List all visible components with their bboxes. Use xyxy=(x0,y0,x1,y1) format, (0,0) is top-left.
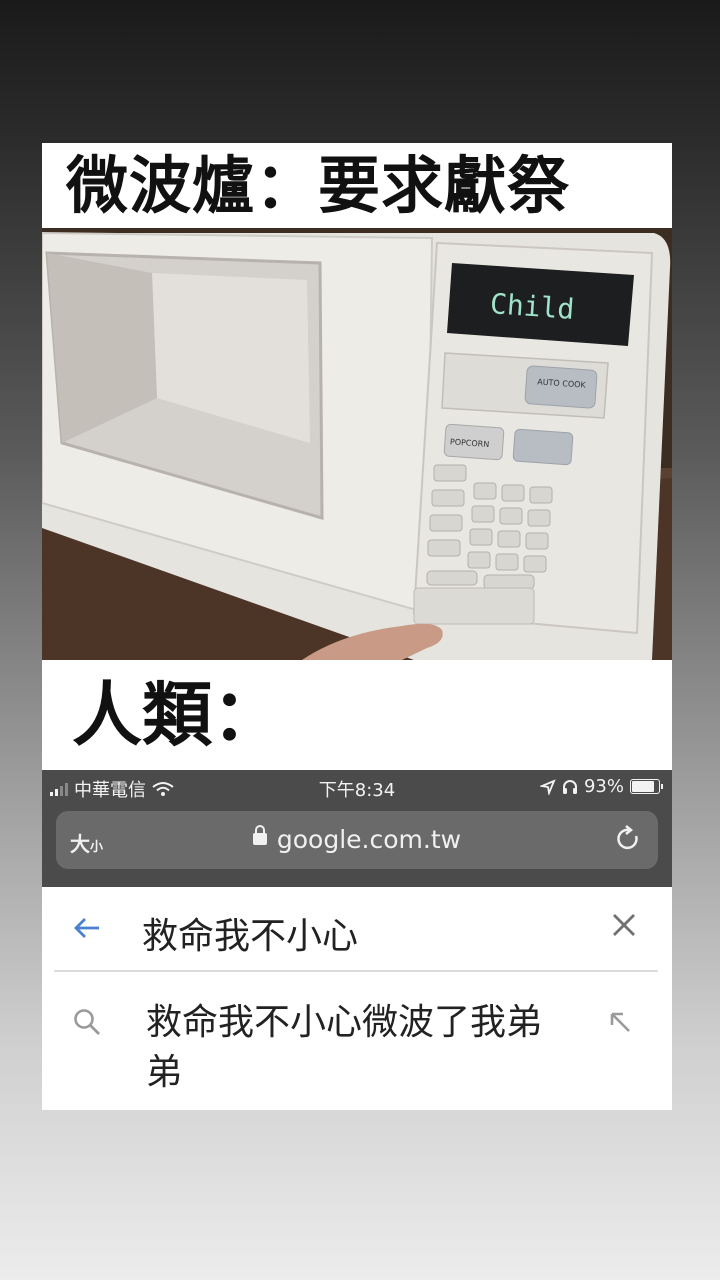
fill-query-arrow-icon[interactable] xyxy=(608,1010,632,1034)
clear-icon[interactable] xyxy=(610,911,638,939)
browser-toolbar: 大小 google.com.tw xyxy=(42,803,672,887)
status-bar: 中華電信 下午8:34 93% xyxy=(42,770,672,803)
reload-icon[interactable] xyxy=(612,823,644,855)
meme-card: 微波爐：要求獻祭 Child AUTO COOK POPCORN 人類： 中華電… xyxy=(42,143,672,1110)
headphones-icon xyxy=(562,779,577,794)
url-display[interactable]: google.com.tw xyxy=(56,825,658,854)
microwave-illustration: Child AUTO COOK POPCORN xyxy=(42,228,672,660)
location-icon xyxy=(539,778,556,795)
search-bar: 救命我不小心 xyxy=(42,887,672,971)
suggestion-item[interactable]: 救命我不小心微波了我弟弟 xyxy=(42,972,672,1110)
top-caption: 微波爐：要求獻祭 xyxy=(66,148,571,222)
lock-icon xyxy=(252,825,267,845)
microwave-photo: Child AUTO COOK POPCORN xyxy=(42,228,672,660)
top-caption-panel: 微波爐：要求獻祭 xyxy=(42,143,672,228)
search-input[interactable]: 救命我不小心 xyxy=(142,907,358,959)
mid-caption-panel: 人類： xyxy=(42,660,672,770)
mid-caption: 人類： xyxy=(72,674,282,756)
battery-icon xyxy=(630,779,663,794)
back-arrow-icon[interactable] xyxy=(72,913,102,943)
url-text: google.com.tw xyxy=(276,825,462,854)
display-text: Child xyxy=(489,287,575,326)
battery-percent: 93% xyxy=(583,776,624,797)
suggestion-text: 救命我不小心微波了我弟弟 xyxy=(146,1002,543,1093)
address-bar[interactable]: 大小 google.com.tw xyxy=(56,811,658,869)
search-icon xyxy=(74,1009,100,1035)
